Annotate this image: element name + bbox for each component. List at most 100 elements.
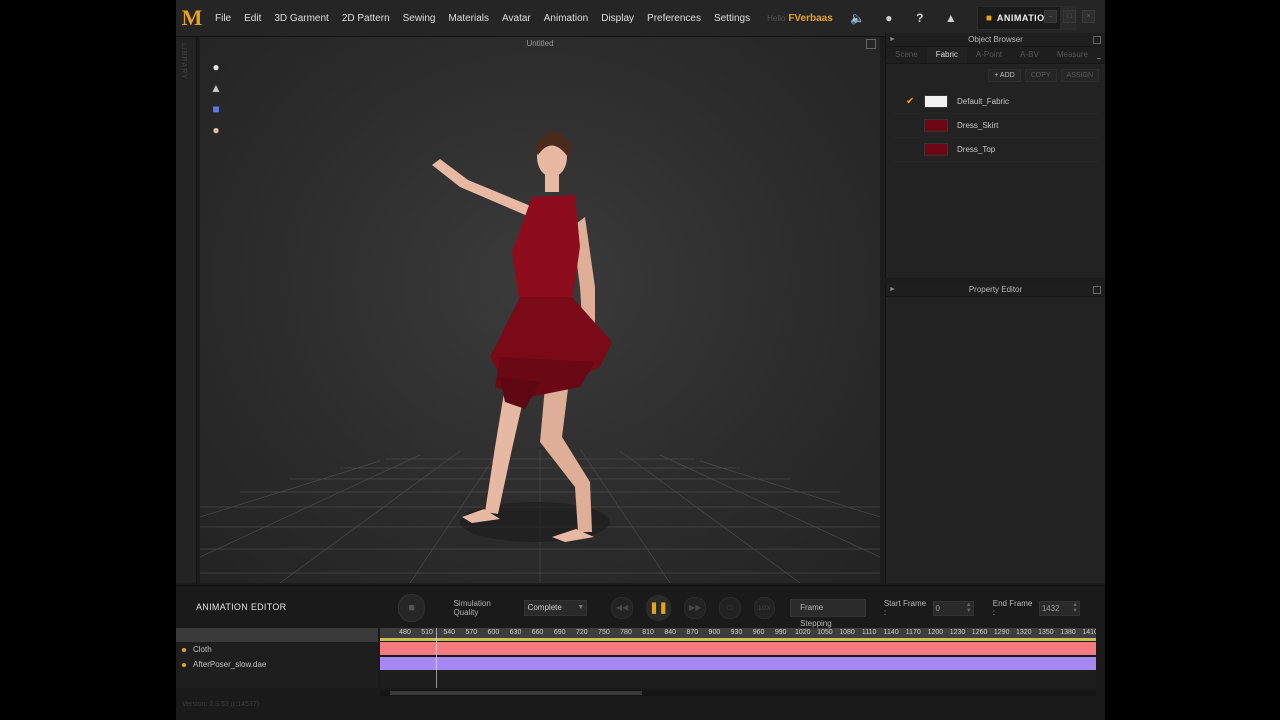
- ruler-tick: 960: [752, 629, 765, 636]
- version-label: Version: 2.3.53 (r:14537): [182, 701, 260, 708]
- ruler-tick: 1260: [971, 629, 988, 636]
- ruler-tick: 510: [421, 629, 433, 636]
- fabric-item-default[interactable]: ✔ Default_Fabric: [892, 90, 1099, 114]
- ruler-tick: 1290: [993, 629, 1010, 636]
- animation-editor: ANIMATION EDITOR ■ Simulation Quality Co…: [176, 585, 1105, 720]
- chevron-down-icon: ▼: [577, 604, 585, 611]
- pin-icon[interactable]: ►: [889, 33, 896, 46]
- ruler-tick: 1110: [861, 629, 877, 636]
- property-editor-title: Property Editor: [968, 285, 1023, 294]
- timeline-scroll-thumb[interactable]: [390, 691, 642, 695]
- end-frame-input[interactable]: 1432 ▲ ▼: [1038, 600, 1081, 616]
- pause-icon[interactable]: ❚❚: [645, 595, 672, 621]
- fabric-item-dress-skirt[interactable]: Dress_Skirt: [892, 114, 1099, 138]
- ruler-tick: 1320: [1016, 629, 1032, 636]
- skip-forward-icon[interactable]: ▶▶: [684, 597, 706, 619]
- fabric-item-dress-top[interactable]: Dress_Top: [892, 138, 1099, 162]
- skip-back-icon[interactable]: ◀◀: [611, 597, 633, 619]
- frame-stepping-button[interactable]: Frame Stepping: [790, 599, 866, 628]
- start-frame-input[interactable]: 0 ▲ ▼: [932, 600, 974, 616]
- avatar-shaded-icon[interactable]: ▲: [208, 80, 224, 96]
- viewport-maximize-icon[interactable]: [866, 39, 876, 49]
- restore-icon[interactable]: □: [1063, 10, 1076, 23]
- record-camera-icon[interactable]: ■: [398, 594, 426, 622]
- simulation-quality-select[interactable]: Complete ▼: [523, 600, 588, 616]
- spinner-icon[interactable]: ▲ ▼: [966, 602, 972, 614]
- menu-sewing[interactable]: Sewing: [403, 13, 436, 24]
- user-icon[interactable]: ●: [880, 9, 898, 27]
- app-logo: M: [181, 5, 203, 30]
- menu-bar: M File Edit 3D Garment 2D Pattern Sewing…: [176, 0, 1105, 37]
- fabric-swatch: [924, 95, 948, 108]
- ruler-tick: 1170: [905, 629, 921, 636]
- ruler-tick: 930: [730, 629, 743, 636]
- volume-icon[interactable]: 🔈: [849, 9, 867, 27]
- ruler-tick: 750: [598, 629, 610, 636]
- check-icon: ✔: [906, 96, 915, 107]
- ruler-range-line: [380, 638, 1096, 641]
- ruler-tick: 480: [399, 629, 411, 636]
- avatar-figure: [432, 131, 612, 542]
- library-strip[interactable]: LIBRARY: [176, 37, 197, 583]
- tab-measure[interactable]: Measure: [1048, 47, 1097, 63]
- menu-edit[interactable]: Edit: [244, 13, 261, 24]
- track-item-cloth[interactable]: Cloth: [176, 642, 378, 657]
- track-item-afterposer[interactable]: AfterPoser_slow.dae: [176, 657, 378, 672]
- menu-3d-garment[interactable]: 3D Garment: [274, 13, 328, 24]
- menu-avatar[interactable]: Avatar: [502, 13, 531, 24]
- loop-icon[interactable]: □: [718, 597, 741, 619]
- property-editor-panel: ► Property Editor: [885, 283, 1105, 583]
- speed-label: 1/2X: [758, 606, 771, 612]
- tab-a-point[interactable]: A-Point: [967, 47, 1011, 63]
- assign-label: ASSIGN: [1066, 72, 1093, 79]
- track-bar-cloth[interactable]: [380, 642, 1096, 655]
- menu-preferences[interactable]: Preferences: [647, 13, 701, 24]
- 3d-viewport[interactable]: Untitled ● ▲ ■ ●: [200, 37, 880, 583]
- ruler-tick: 1230: [949, 629, 966, 636]
- ruler-tick: 690: [553, 629, 566, 636]
- tab-fabric[interactable]: Fabric: [926, 47, 967, 63]
- menu-settings[interactable]: Settings: [714, 13, 750, 24]
- user-name[interactable]: FVerbaas: [788, 13, 832, 24]
- help-icon[interactable]: ?: [911, 9, 929, 27]
- tab-a-bv[interactable]: A-BV: [1011, 47, 1048, 63]
- speed-button[interactable]: 1/2X: [753, 597, 776, 619]
- menu-animation[interactable]: Animation: [544, 13, 588, 24]
- menu-2d-pattern[interactable]: 2D Pattern: [342, 13, 390, 24]
- track-bar-afterposer[interactable]: [380, 657, 1096, 670]
- garment-icon[interactable]: ▲: [942, 9, 960, 27]
- start-frame-value: 0: [935, 603, 940, 613]
- panel-maximize-icon[interactable]: [1093, 286, 1101, 294]
- add-fabric-button[interactable]: + ADD: [988, 69, 1021, 82]
- ruler-tick: 630: [509, 629, 522, 636]
- start-frame-label: Start Frame :: [883, 599, 927, 617]
- menu-display[interactable]: Display: [601, 13, 634, 24]
- ruler-tick: 1380: [1060, 629, 1076, 636]
- skin-display-icon[interactable]: ●: [208, 122, 224, 138]
- panel-maximize-icon[interactable]: [1093, 36, 1101, 44]
- object-browser-title: Object Browser: [968, 35, 1023, 44]
- copy-fabric-button[interactable]: COPY: [1024, 69, 1057, 82]
- minimize-icon[interactable]: –: [1044, 10, 1057, 23]
- menu-file[interactable]: File: [215, 13, 231, 24]
- spinner-icon[interactable]: ▲ ▼: [1072, 602, 1078, 614]
- timeline[interactable]: 480 510 540 570 600 630 660 690 720 750 780 810 840 8…: [380, 628, 1096, 688]
- fabric-actions: + ADD COPY ASSIGN: [886, 64, 1105, 82]
- track-dot-icon: [182, 647, 186, 652]
- playhead[interactable]: [436, 628, 437, 688]
- ruler-tick: 1080: [839, 629, 855, 636]
- track-name: AfterPoser_slow.dae: [193, 660, 267, 669]
- tab-scene[interactable]: Scene: [886, 47, 927, 63]
- ruler-tick: 570: [465, 629, 478, 636]
- timeline-scrollbar[interactable]: [380, 690, 1096, 696]
- menu-materials[interactable]: Materials: [448, 13, 489, 24]
- close-icon[interactable]: ×: [1082, 10, 1095, 23]
- assign-fabric-button[interactable]: ASSIGN: [1060, 69, 1099, 82]
- animation-toolbar: ■ Simulation Quality Complete ▼ ◀◀ ❚❚ ▶▶…: [381, 592, 1099, 628]
- avatar-display-icon[interactable]: ●: [208, 59, 224, 75]
- pin-icon[interactable]: ►: [889, 283, 896, 296]
- garment-display-icon[interactable]: ■: [208, 101, 224, 117]
- ruler-tick: 540: [443, 629, 456, 636]
- scene-render: [200, 131, 880, 583]
- add-label: ADD: [999, 72, 1015, 79]
